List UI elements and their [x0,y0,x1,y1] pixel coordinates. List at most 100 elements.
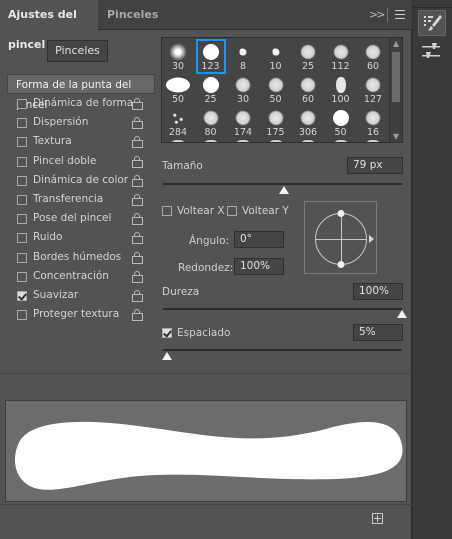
scrollbar-thumb[interactable] [392,52,400,102]
tab-brushes[interactable]: Pinceles [99,0,166,30]
sidebar-item[interactable]: Proteger textura [7,305,155,324]
brush-tip-tile[interactable]: 123 [195,39,226,74]
lock-icon[interactable] [132,155,143,168]
brush-tip-tile[interactable]: 60 [359,40,387,73]
brush-tip-tile[interactable]: 50 [262,73,290,106]
sidebar-checkbox[interactable] [17,137,27,148]
flip-y-label: Voltear Y [242,205,289,217]
lock-icon[interactable] [132,270,143,283]
brush-tip-tile[interactable] [262,139,290,142]
angle-input[interactable]: 0° [234,231,284,248]
spacing-slider-knob[interactable] [162,352,172,360]
sidebar-checkbox[interactable] [17,214,27,225]
brush-tip-tile[interactable]: 25 [197,73,225,106]
flip-y-checkbox[interactable] [227,206,237,216]
sidebar-checkbox[interactable] [17,99,27,109]
sidebar-item[interactable]: Dispersión [7,113,155,132]
sidebar-item-label: Textura [33,135,72,148]
new-brush-plus-icon[interactable] [372,513,383,524]
hamburger-menu-icon[interactable] [395,10,405,22]
sidebar-item[interactable]: Suavizar [7,286,155,305]
roundness-handle-bottom[interactable] [337,261,345,268]
sidebar-checkbox[interactable] [17,290,27,301]
divider [387,8,388,22]
roundness-input[interactable]: 100% [234,258,284,275]
angle-arrow-icon[interactable] [369,235,374,243]
brush-tip-tile[interactable]: 25 [294,40,322,73]
hardness-input[interactable]: 100% [353,283,403,300]
spacing-input[interactable]: 5% [353,324,403,341]
brush-tip-tile[interactable] [327,139,355,142]
lock-icon[interactable] [132,289,143,302]
brush-tip-tile[interactable]: 174 [229,106,257,139]
brush-tip-tile[interactable]: 10 [262,40,290,73]
double-chevron-right-icon[interactable]: >> [369,8,386,21]
lock-icon[interactable] [132,309,143,322]
sidebar-checkbox[interactable] [17,252,27,263]
brush-tip-tile[interactable] [164,139,192,142]
hardness-slider-track[interactable] [163,308,402,310]
brush-tip-tile[interactable]: 30 [229,73,257,106]
brush-tip-tile[interactable]: 30 [164,40,192,73]
sidebar-item[interactable]: Dinámica de forma [7,94,155,113]
sidebar-checkbox[interactable] [17,156,27,167]
sidebar-item[interactable]: Bordes húmedos [7,248,155,267]
tab-brush-settings[interactable]: Ajustes del pincel [0,0,98,51]
brush-tip-tile[interactable]: 127 [359,73,387,106]
brush-grid-scrollbar[interactable]: ▲ ▼ [389,38,402,142]
brush-settings-icon[interactable] [418,10,446,36]
sidebar-item[interactable]: Pose del pincel [7,209,155,228]
brush-tip-tile[interactable]: 50 [164,73,192,106]
sidebar-item[interactable]: Dinámica de color [7,171,155,190]
spacing-checkbox[interactable] [162,328,172,338]
brush-size-label: 123 [201,61,220,72]
brush-tip-tile[interactable] [197,139,225,142]
sidebar-item[interactable]: Concentración [7,267,155,286]
brush-tip-tile[interactable]: 8 [229,40,257,73]
sidebar-item-brush-tip-shape[interactable]: Forma de la punta del pincel [7,74,155,111]
brush-tip-tile[interactable]: 306 [294,106,322,139]
sidebar-item[interactable]: Textura [7,132,155,151]
sidebar-item[interactable]: Pincel doble [7,152,155,171]
sidebar-item[interactable]: Transferencia [7,190,155,209]
sidebar-item[interactable]: Ruido [7,228,155,247]
scroll-up-icon[interactable]: ▲ [393,39,399,48]
brush-tip-tile[interactable] [359,139,387,142]
sidebar-checkbox[interactable] [17,233,27,244]
scroll-down-icon[interactable]: ▼ [393,132,399,141]
flip-x-checkbox[interactable] [162,206,172,216]
brush-tip-tile[interactable]: 80 [197,106,225,139]
angle-roundness-widget[interactable] [304,201,377,274]
lock-icon[interactable] [132,251,143,264]
lock-icon[interactable] [132,98,143,110]
size-input[interactable]: 79 px [347,157,403,174]
sidebar-checkbox[interactable] [17,175,27,186]
sidebar-checkbox[interactable] [17,310,27,321]
lock-icon[interactable] [132,213,143,226]
lock-icon[interactable] [132,117,143,130]
brushes-panel-button[interactable]: Pinceles [47,40,108,62]
brush-tip-tile[interactable] [294,139,322,142]
roundness-handle-top[interactable] [337,210,345,217]
brush-tip-tile[interactable]: 16 [359,106,387,139]
sidebar-checkbox[interactable] [17,271,27,282]
angle-dial[interactable] [315,210,367,268]
lock-icon[interactable] [132,136,143,149]
brush-tip-tile[interactable]: 60 [294,73,322,106]
hardness-slider-knob[interactable] [397,310,407,318]
lock-icon[interactable] [132,232,143,245]
brush-tip-tile[interactable] [229,139,257,142]
sidebar-checkbox[interactable] [17,118,27,129]
lock-icon[interactable] [132,193,143,206]
size-slider-track[interactable] [163,183,402,185]
lock-icon[interactable] [132,174,143,187]
brush-tip-tile[interactable]: 100 [327,73,355,106]
spacing-slider-track[interactable] [163,349,402,351]
brush-tip-tile[interactable]: 50 [327,106,355,139]
brush-tip-tile[interactable]: 112 [327,40,355,73]
size-slider-knob[interactable] [279,186,289,194]
brush-tip-tile[interactable]: 175 [262,106,290,139]
sidebar-checkbox[interactable] [17,194,27,205]
brush-tip-tile[interactable]: 284 [164,106,192,139]
brush-presets-icon[interactable] [418,40,446,66]
